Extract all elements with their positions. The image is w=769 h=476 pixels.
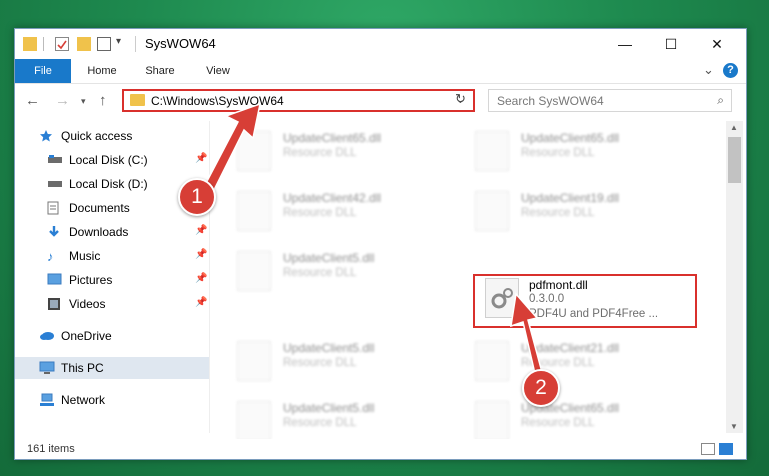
callout-badge-1: 1	[178, 178, 216, 216]
callout-badge-2: 2	[522, 369, 560, 407]
arrow-to-address-bar	[204, 102, 262, 194]
arrow-to-file	[510, 292, 544, 379]
annotation-arrows	[204, 102, 544, 379]
